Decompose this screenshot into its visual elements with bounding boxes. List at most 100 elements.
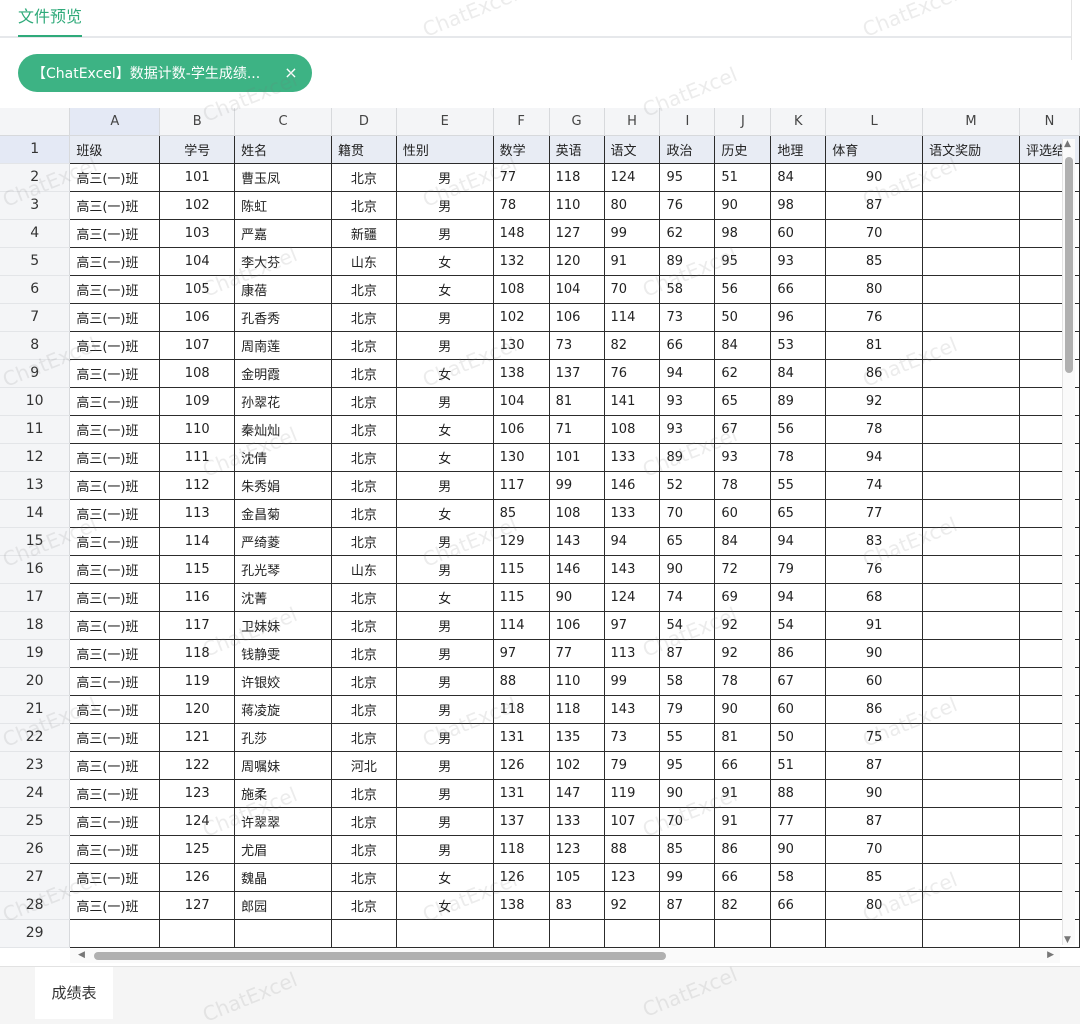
table-cell[interactable]: 101 xyxy=(159,163,236,192)
table-cell[interactable]: 严嘉 xyxy=(234,219,332,248)
table-cell[interactable] xyxy=(331,919,397,948)
table-cell[interactable]: 新疆 xyxy=(331,219,397,248)
table-cell[interactable]: 117 xyxy=(159,611,236,640)
table-cell[interactable]: 148 xyxy=(493,219,550,248)
vertical-scrollbar[interactable]: ▲ ▼ xyxy=(1062,139,1075,945)
table-cell[interactable]: 58 xyxy=(770,863,827,892)
table-cell[interactable]: 115 xyxy=(493,555,550,584)
tab-file-preview[interactable]: 文件预览 xyxy=(18,3,83,37)
table-cell[interactable]: 90 xyxy=(825,779,924,808)
table-cell[interactable]: 104 xyxy=(549,275,605,304)
table-cell[interactable]: 99 xyxy=(604,667,661,696)
scroll-up-icon[interactable]: ▲ xyxy=(1064,139,1071,149)
table-cell[interactable]: 94 xyxy=(604,527,661,556)
table-cell[interactable]: 周嘱妹 xyxy=(234,751,332,780)
table-cell[interactable]: 高三(一)班 xyxy=(69,387,161,416)
table-cell[interactable]: 男 xyxy=(396,303,494,332)
table-cell[interactable] xyxy=(396,919,494,948)
table-cell[interactable]: 105 xyxy=(549,863,605,892)
table-cell[interactable]: 106 xyxy=(493,415,550,444)
table-cell[interactable]: 77 xyxy=(549,639,605,668)
table-cell[interactable]: 77 xyxy=(825,499,924,528)
table-cell[interactable]: 106 xyxy=(549,303,605,332)
table-cell[interactable]: 北京 xyxy=(331,527,397,556)
table-cell[interactable] xyxy=(493,919,550,948)
table-cell[interactable]: 54 xyxy=(659,611,716,640)
table-cell[interactable]: 87 xyxy=(825,751,924,780)
table-cell[interactable]: 95 xyxy=(714,247,772,276)
table-cell[interactable]: 91 xyxy=(604,247,661,276)
table-cell[interactable] xyxy=(922,471,1020,500)
table-cell[interactable]: 103 xyxy=(159,219,236,248)
table-cell[interactable]: 男 xyxy=(396,527,494,556)
table-cell[interactable]: 146 xyxy=(604,471,661,500)
table-cell[interactable]: 高三(一)班 xyxy=(69,807,161,836)
table-cell[interactable]: 北京 xyxy=(331,471,397,500)
table-cell[interactable]: 92 xyxy=(604,891,661,920)
table-cell[interactable] xyxy=(922,807,1020,836)
table-cell[interactable] xyxy=(922,163,1020,192)
table-cell[interactable]: 魏晶 xyxy=(234,863,332,892)
table-cell[interactable] xyxy=(922,863,1020,892)
table-cell[interactable]: 男 xyxy=(396,667,494,696)
table-cell[interactable]: 孙翠花 xyxy=(234,387,332,416)
table-cell[interactable]: 87 xyxy=(659,639,716,668)
table-cell[interactable]: 女 xyxy=(396,583,494,612)
table-cell[interactable]: 北京 xyxy=(331,415,397,444)
column-title-cell[interactable]: 历史 xyxy=(714,135,772,164)
column-title-cell[interactable]: 班级 xyxy=(69,135,161,164)
table-cell[interactable]: 高三(一)班 xyxy=(69,359,161,388)
table-cell[interactable]: 52 xyxy=(659,471,716,500)
table-cell[interactable]: 55 xyxy=(659,723,716,752)
table-cell[interactable]: 114 xyxy=(159,527,236,556)
row-number[interactable]: 2 xyxy=(0,163,71,192)
row-number[interactable]: 6 xyxy=(0,275,71,304)
table-cell[interactable]: 北京 xyxy=(331,359,397,388)
table-cell[interactable]: 李大芬 xyxy=(234,247,332,276)
table-cell[interactable] xyxy=(922,443,1020,472)
table-cell[interactable]: 81 xyxy=(549,387,605,416)
table-cell[interactable]: 70 xyxy=(825,835,924,864)
table-cell[interactable]: 133 xyxy=(604,443,661,472)
table-cell[interactable]: 女 xyxy=(396,499,494,528)
table-cell[interactable]: 73 xyxy=(659,303,716,332)
table-cell[interactable]: 104 xyxy=(493,387,550,416)
table-cell[interactable]: 94 xyxy=(770,583,827,612)
table-cell[interactable]: 66 xyxy=(714,751,772,780)
row-number[interactable]: 27 xyxy=(0,863,71,892)
table-cell[interactable]: 113 xyxy=(604,639,661,668)
table-cell[interactable] xyxy=(922,919,1020,948)
horizontal-scrollbar[interactable]: ◀ ▶ xyxy=(70,949,1060,963)
table-cell[interactable]: 70 xyxy=(659,499,716,528)
table-cell[interactable]: 男 xyxy=(396,751,494,780)
table-cell[interactable]: 高三(一)班 xyxy=(69,219,161,248)
table-cell[interactable]: 男 xyxy=(396,611,494,640)
column-header-b[interactable]: B xyxy=(159,108,236,136)
table-cell[interactable]: 138 xyxy=(493,359,550,388)
table-cell[interactable]: 89 xyxy=(659,443,716,472)
table-cell[interactable]: 84 xyxy=(770,163,827,192)
table-cell[interactable]: 143 xyxy=(549,527,605,556)
table-cell[interactable]: 蒋凌旋 xyxy=(234,695,332,724)
table-cell[interactable]: 高三(一)班 xyxy=(69,751,161,780)
table-cell[interactable]: 高三(一)班 xyxy=(69,611,161,640)
table-cell[interactable]: 女 xyxy=(396,247,494,276)
table-cell[interactable]: 124 xyxy=(604,583,661,612)
column-title-cell[interactable]: 数学 xyxy=(493,135,550,164)
table-cell[interactable]: 105 xyxy=(159,275,236,304)
table-cell[interactable]: 127 xyxy=(159,891,236,920)
file-chip[interactable]: 【ChatExcel】数据计数-学生成绩... × xyxy=(18,54,312,92)
table-cell[interactable]: 85 xyxy=(825,863,924,892)
table-cell[interactable]: 高三(一)班 xyxy=(69,555,161,584)
table-cell[interactable]: 108 xyxy=(604,415,661,444)
table-cell[interactable]: 138 xyxy=(493,891,550,920)
column-title-cell[interactable]: 语文 xyxy=(604,135,661,164)
table-cell[interactable]: 65 xyxy=(770,499,827,528)
table-cell[interactable]: 80 xyxy=(825,275,924,304)
table-cell[interactable] xyxy=(922,359,1020,388)
table-cell[interactable]: 男 xyxy=(396,387,494,416)
table-cell[interactable]: 男 xyxy=(396,471,494,500)
table-cell[interactable]: 97 xyxy=(493,639,550,668)
table-cell[interactable]: 75 xyxy=(825,723,924,752)
column-header-g[interactable]: G xyxy=(549,108,605,136)
